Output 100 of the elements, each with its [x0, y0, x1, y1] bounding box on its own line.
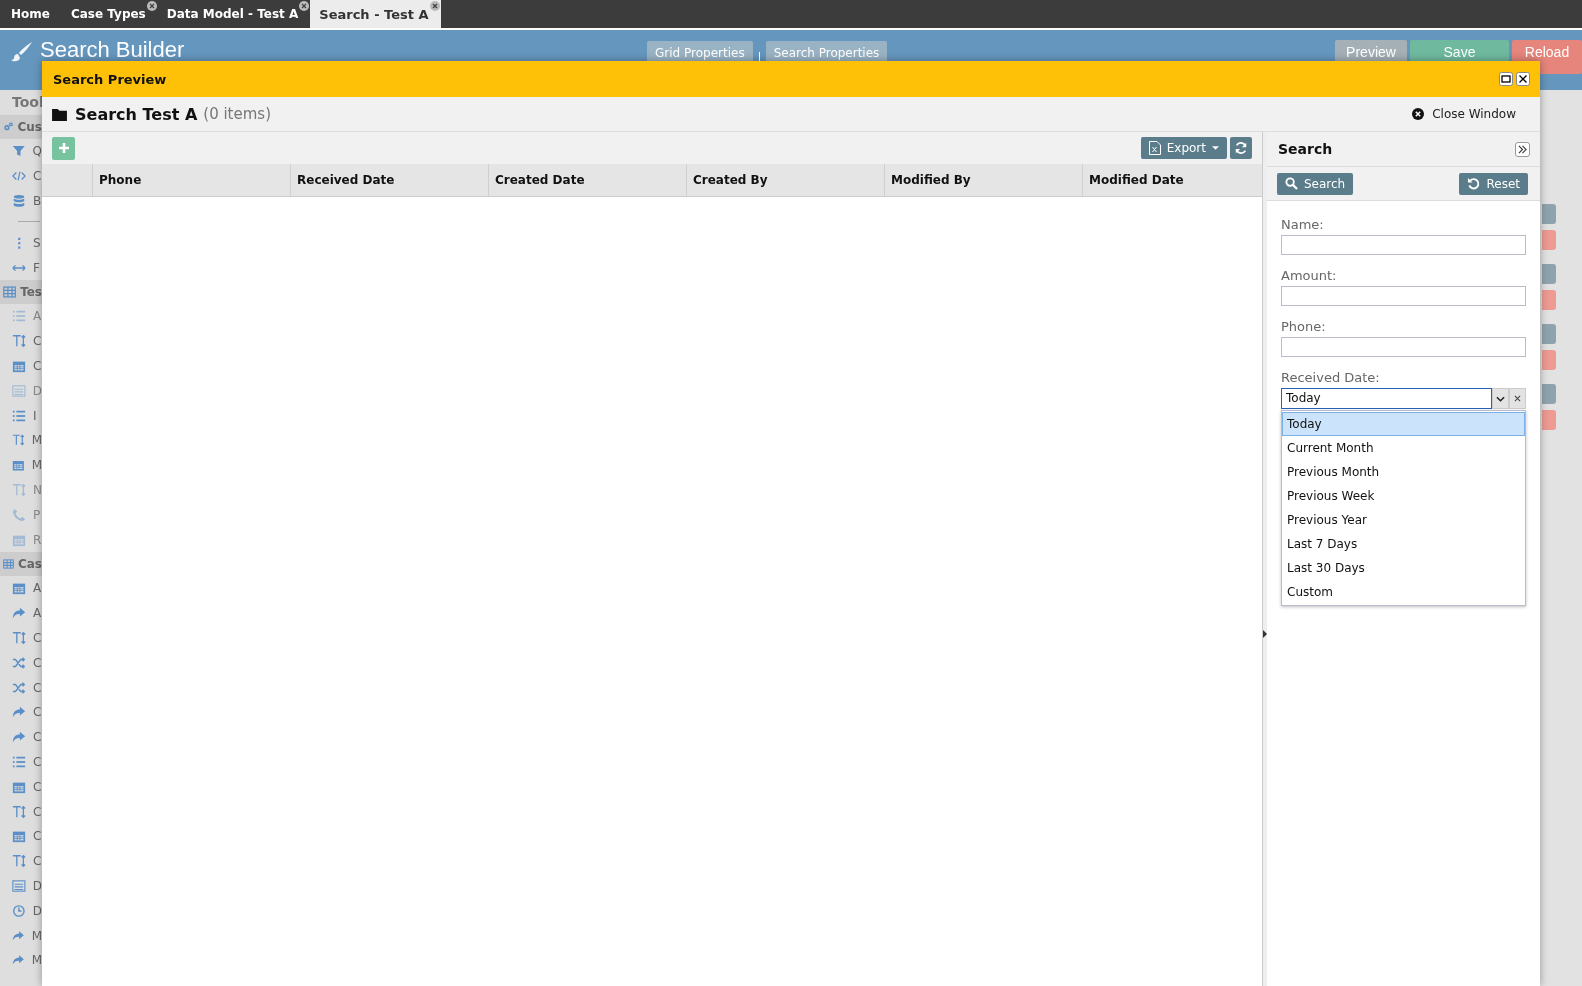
dropdown-option[interactable]: Custom — [1282, 580, 1525, 604]
dropdown-field[interactable]: Today — [1281, 388, 1492, 409]
card-icon — [12, 383, 26, 398]
tool-item[interactable]: M — [0, 427, 42, 453]
dropdown-option[interactable]: Previous Month — [1282, 460, 1525, 484]
tool-item[interactable]: C — [0, 625, 42, 651]
tool-item[interactable]: A — [0, 600, 42, 626]
tool-item[interactable]: C — [0, 749, 42, 775]
input-field[interactable] — [1281, 286, 1526, 306]
search-icon — [1285, 177, 1298, 190]
calendar-icon — [12, 581, 26, 596]
tool-item[interactable]: M — [0, 947, 42, 973]
tool-item[interactable]: D — [0, 898, 42, 924]
tool-item[interactable]: C — [0, 848, 42, 874]
tool-item[interactable]: B — [0, 188, 42, 214]
tool-item[interactable]: C — [0, 724, 42, 750]
column-header[interactable]: Received Date — [290, 164, 488, 196]
tool-item[interactable]: C — [0, 650, 42, 676]
tool-item[interactable]: F — [0, 255, 42, 280]
chevron-down-icon — [1496, 395, 1505, 402]
close-icon[interactable] — [146, 1, 157, 11]
dropdown-option[interactable]: Last 7 Days — [1282, 532, 1525, 556]
dropdown-option[interactable]: Previous Year — [1282, 508, 1525, 532]
tool-item[interactable]: A — [0, 575, 42, 601]
tool-item[interactable]: D — [0, 873, 42, 899]
close-icon[interactable] — [1516, 72, 1530, 86]
clear-button[interactable] — [1509, 388, 1526, 409]
panel-title: Search — [1278, 141, 1333, 157]
tool-item[interactable]: S — [0, 230, 42, 256]
section-header[interactable]: Cas — [0, 551, 42, 576]
phone-icon — [12, 507, 26, 522]
input-field[interactable] — [1281, 337, 1526, 357]
tool-item[interactable]: C — [0, 799, 42, 824]
column-header[interactable]: Created By — [686, 164, 884, 196]
tool-item[interactable]: I — [0, 403, 42, 428]
list-icon — [12, 408, 26, 423]
text-icon — [12, 334, 26, 349]
field-label: Name: — [1281, 217, 1325, 232]
tool-item[interactable]: Q — [0, 139, 42, 164]
tool-item[interactable]: C — [0, 823, 42, 849]
plus-icon — [57, 142, 70, 154]
section-header[interactable]: Cus — [0, 115, 42, 139]
maximize-icon[interactable] — [1499, 72, 1513, 86]
text-icon — [12, 854, 26, 869]
dropdown-option[interactable]: Today — [1282, 412, 1525, 436]
text-icon — [12, 433, 25, 448]
filter-icon — [12, 144, 26, 159]
random-icon — [12, 680, 26, 695]
tab[interactable]: Case Types — [61, 0, 158, 28]
table-icon — [3, 285, 17, 299]
dropdown-button[interactable] — [1492, 388, 1509, 409]
export-button[interactable]: Export — [1140, 137, 1227, 159]
list-icon — [12, 309, 26, 324]
refresh-button[interactable] — [1230, 137, 1252, 159]
folder-icon — [52, 107, 67, 121]
tab[interactable]: Search - Test A — [310, 0, 441, 28]
double-chevron-icon — [1518, 144, 1527, 154]
dropdown-option[interactable]: Last 30 Days — [1282, 556, 1525, 580]
input-field[interactable] — [1281, 235, 1526, 255]
close-window-link[interactable]: Close Window — [1432, 107, 1516, 121]
tab[interactable]: Data Model - Test A — [157, 0, 311, 28]
tool-item[interactable]: C — [0, 163, 42, 189]
calendar-icon — [12, 458, 25, 473]
close-circle-icon — [1412, 108, 1425, 120]
tab[interactable]: Home — [2, 0, 62, 28]
tool-item[interactable]: M — [0, 923, 42, 948]
search-heading: Search Test A — [75, 104, 198, 124]
window-title: Search Preview — [53, 71, 168, 87]
card-icon — [12, 878, 26, 893]
search-button[interactable]: Search — [1277, 172, 1354, 195]
close-icon[interactable] — [429, 1, 440, 11]
field-label: Amount: — [1281, 268, 1338, 283]
collapse-button[interactable] — [1515, 141, 1530, 157]
column-header[interactable]: Phone — [92, 164, 290, 196]
dropdown-option[interactable]: Previous Week — [1282, 484, 1525, 508]
section-header[interactable]: Tes — [0, 280, 42, 304]
tool-item[interactable]: M — [0, 452, 42, 478]
column-header[interactable]: Modified By — [884, 164, 1082, 196]
tool-item[interactable]: C — [0, 699, 42, 725]
collapse-arrow-icon[interactable] — [1263, 630, 1267, 638]
close-icon[interactable] — [299, 1, 310, 11]
list-icon — [12, 754, 26, 769]
tool-item[interactable]: C — [0, 328, 42, 354]
text-icon — [12, 630, 26, 645]
clock-icon — [12, 903, 26, 918]
page-title: Search Builder — [40, 37, 185, 63]
column-header[interactable]: Modified Date — [1082, 164, 1262, 196]
tool-item[interactable]: C — [0, 353, 42, 379]
text-icon — [12, 482, 26, 497]
reset-button[interactable]: Reset — [1459, 172, 1528, 195]
text-icon — [12, 804, 26, 819]
undo-icon — [1467, 177, 1481, 190]
brush-icon — [10, 40, 34, 64]
refresh-icon — [1234, 141, 1248, 155]
dropdown-option[interactable]: Current Month — [1282, 436, 1525, 460]
tool-item[interactable]: C — [0, 675, 42, 700]
column-header[interactable]: Created Date — [488, 164, 686, 196]
tool-item[interactable]: C — [0, 774, 42, 800]
add-button[interactable] — [52, 136, 75, 160]
calendar-icon — [12, 829, 26, 844]
